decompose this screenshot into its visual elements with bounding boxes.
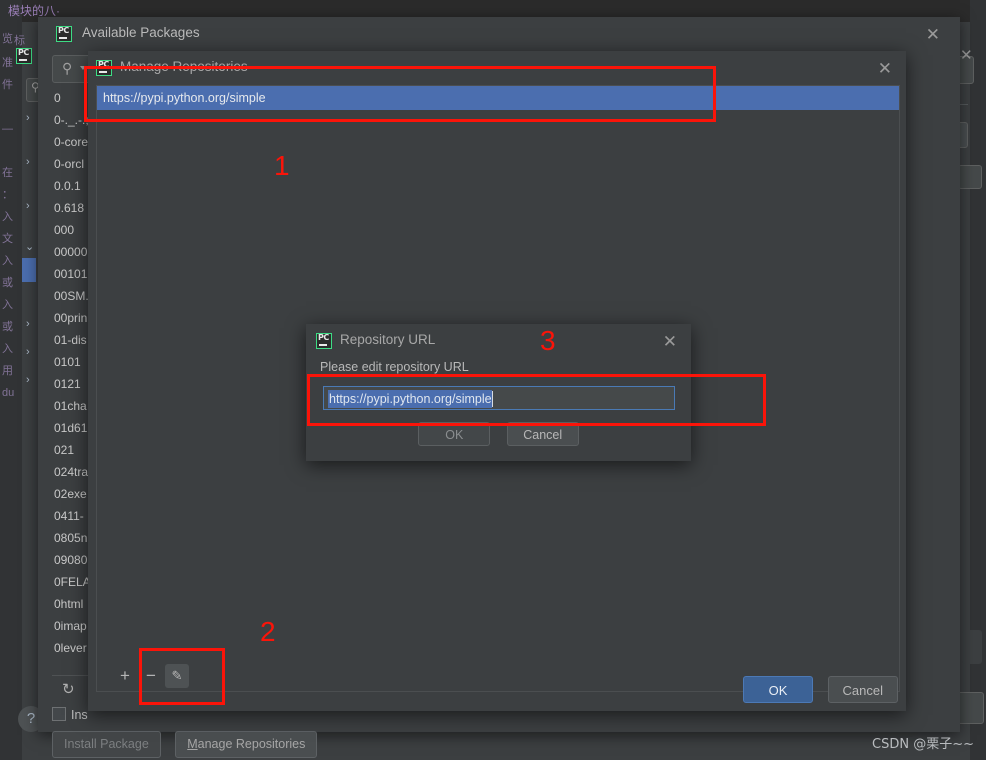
manage-repositories-title: Manage Repositories: [120, 59, 248, 74]
install-package-button[interactable]: Install Package: [52, 731, 161, 758]
ide-cn-line: ：: [2, 189, 13, 201]
ide-cn-line: 文: [2, 233, 13, 245]
ide-cn-line: 入: [2, 343, 13, 355]
tree-expander-icon[interactable]: ›: [26, 156, 30, 168]
ide-cn-line: du: [2, 387, 15, 399]
ok-button[interactable]: OK: [418, 422, 491, 446]
ide-side-button[interactable]: [958, 165, 982, 189]
pycharm-icon: [316, 333, 332, 349]
ide-cn-line: 件: [2, 79, 13, 91]
pencil-icon[interactable]: ✎: [165, 664, 189, 688]
repository-url-prompt: Please edit repository URL: [320, 360, 469, 374]
repository-url-input[interactable]: https://pypi.python.org/simple: [323, 386, 675, 410]
available-packages-title: Available Packages: [82, 25, 200, 40]
ide-cn-line: 览: [2, 33, 13, 45]
ide-cn-line: —: [2, 123, 13, 135]
pycharm-icon: [16, 48, 32, 64]
install-to-user-site-label: Ins: [71, 708, 88, 722]
pycharm-icon: [96, 60, 112, 76]
repository-url-actions: OK Cancel: [306, 422, 691, 446]
ide-cn-line: 准: [2, 57, 13, 69]
tree-expander-icon[interactable]: ›: [26, 318, 30, 330]
tree-expander-icon[interactable]: ›: [26, 112, 30, 124]
available-packages-actions: Install Package Manage Repositories: [52, 731, 327, 758]
checkbox-box: [52, 707, 66, 721]
ok-button[interactable]: OK: [743, 676, 814, 703]
repository-url-dialog: Repository URL Please edit repository UR…: [306, 324, 691, 461]
pycharm-icon: [56, 26, 72, 42]
manage-repositories-button[interactable]: Manage Repositories: [175, 731, 318, 758]
tree-selected-item[interactable]: [22, 258, 36, 282]
cancel-button[interactable]: Cancel: [506, 422, 579, 446]
tree-expander-icon[interactable]: ›: [26, 200, 30, 212]
text-caret: [492, 391, 493, 407]
refresh-icon: ↻: [62, 681, 75, 698]
close-icon[interactable]: [960, 48, 973, 63]
install-to-user-site-checkbox[interactable]: Ins: [52, 707, 88, 722]
available-packages-titlebar: Available Packages: [38, 17, 960, 51]
ide-cn-line: 在: [2, 167, 13, 179]
tree-expander-icon[interactable]: ›: [26, 374, 30, 386]
ide-cn-line: 或: [2, 321, 13, 333]
annotation-number-3: 3: [540, 325, 556, 356]
close-icon[interactable]: [878, 60, 892, 77]
ide-cn-line: 用: [2, 365, 13, 377]
ide-panel-fragment: [962, 630, 982, 664]
search-icon: ⚲: [62, 60, 73, 76]
watermark: CSDN @栗子~~: [872, 737, 974, 752]
remove-repository-button[interactable]: −: [139, 664, 163, 688]
annotation-number-1: 1: [274, 150, 290, 181]
manage-repositories-actions: OK Cancel: [733, 676, 898, 703]
ide-cn-line: 入: [2, 211, 13, 223]
tree-collapser-icon[interactable]: ⌄: [25, 240, 34, 253]
add-repository-button[interactable]: +: [113, 664, 137, 688]
tree-expander-icon[interactable]: ›: [26, 346, 30, 358]
repository-url-value: https://pypi.python.org/simple: [328, 390, 492, 408]
chevron-down-icon: [80, 66, 86, 70]
cancel-button[interactable]: Cancel: [827, 676, 898, 703]
screenshot-root: 模块的八· 览 标 准 件 — 在 ： 入 文 入 或 入 或 入 用 du ⚲…: [0, 0, 986, 760]
repository-list-item[interactable]: https://pypi.python.org/simple: [97, 86, 899, 110]
ide-cn-line: 入: [2, 299, 13, 311]
ide-cn-line: 入: [2, 255, 13, 267]
close-icon[interactable]: [926, 26, 940, 43]
close-icon[interactable]: [663, 333, 677, 350]
annotation-number-2: 2: [260, 616, 276, 647]
ide-cn-line: 或: [2, 277, 13, 289]
repository-url-title: Repository URL: [340, 332, 436, 347]
